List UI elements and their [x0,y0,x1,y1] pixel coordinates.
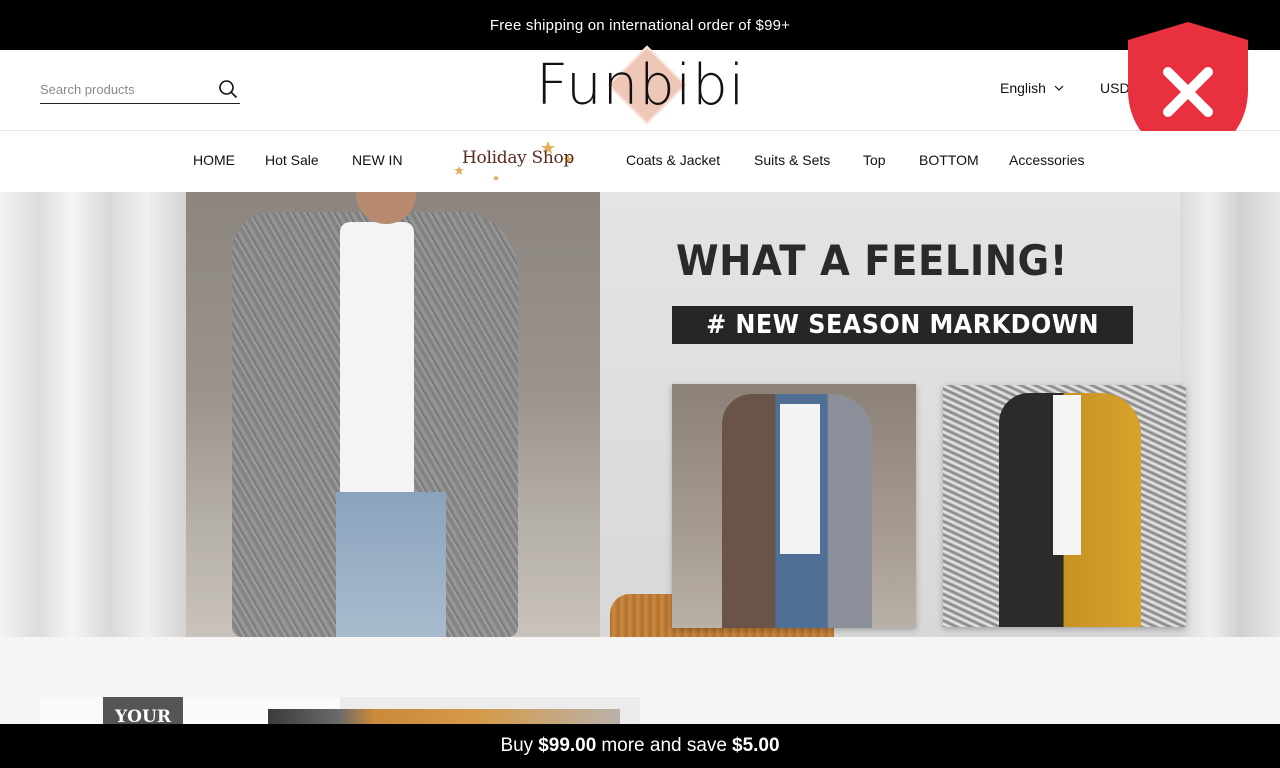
hero-product-photo-graffiti [943,385,1186,627]
nav-item-top[interactable]: Top [863,152,886,168]
nav-item-hot-sale[interactable]: Hot Sale [265,152,319,168]
bottom-bar-prefix: Buy [500,735,534,756]
bottom-bar-middle: more and save [601,735,727,756]
nav-item-accessories[interactable]: Accessories [1009,152,1084,168]
hero-curtain-right [1180,192,1280,637]
chevron-down-icon [1054,85,1064,91]
site-logo[interactable]: Funbibi [530,45,750,130]
hero-headline: WHAT A FEELING! [676,236,1068,285]
hero-product-photo-patchwork [672,384,916,628]
hero-tagline-text: # NEW SEASON MARKDOWN [706,310,1099,340]
hero-tagline: # NEW SEASON MARKDOWN [672,306,1133,344]
bottom-bar-threshold: $99.00 [538,735,597,756]
bottom-bar-saving: $5.00 [732,735,780,756]
nav-item-coats-jacket[interactable]: Coats & Jacket [626,152,720,168]
holiday-shop-label: Holiday Shop [462,148,575,168]
hero-banner[interactable]: WHAT A FEELING! # NEW SEASON MARKDOWN [0,192,1280,637]
site-header: Funbibi English USD [0,45,1280,131]
model-shirt [340,222,414,512]
language-selector[interactable]: English [1000,80,1064,96]
language-label: English [1000,80,1046,96]
hero-model-photo [186,192,600,637]
nav-item-bottom[interactable]: BOTTOM [919,152,979,168]
main-navigation: HOME Hot Sale NEW IN Holiday Shop Coats … [0,131,1280,192]
nav-item-holiday-shop[interactable]: Holiday Shop [452,139,578,183]
nav-item-home[interactable]: HOME [193,152,235,168]
hero-curtain-left [0,192,210,637]
model-jeans [336,492,446,637]
patchwork-shirt [780,404,820,554]
page: Free shipping on international order of … [0,0,1280,768]
free-shipping-bar: Buy $99.00 more and save $5.00 [0,724,1280,768]
search-input[interactable] [40,77,210,101]
nav-item-new-in[interactable]: NEW IN [352,152,403,168]
graffiti-shirt [1053,395,1081,555]
search-icon[interactable] [218,79,238,99]
logo-text: Funbibi [536,53,746,118]
announcement-text: Free shipping on international order of … [489,16,791,34]
announcement-bar: Free shipping on international order of … [0,0,1280,50]
nav-item-suits-sets[interactable]: Suits & Sets [754,152,830,168]
search-box [40,77,240,104]
